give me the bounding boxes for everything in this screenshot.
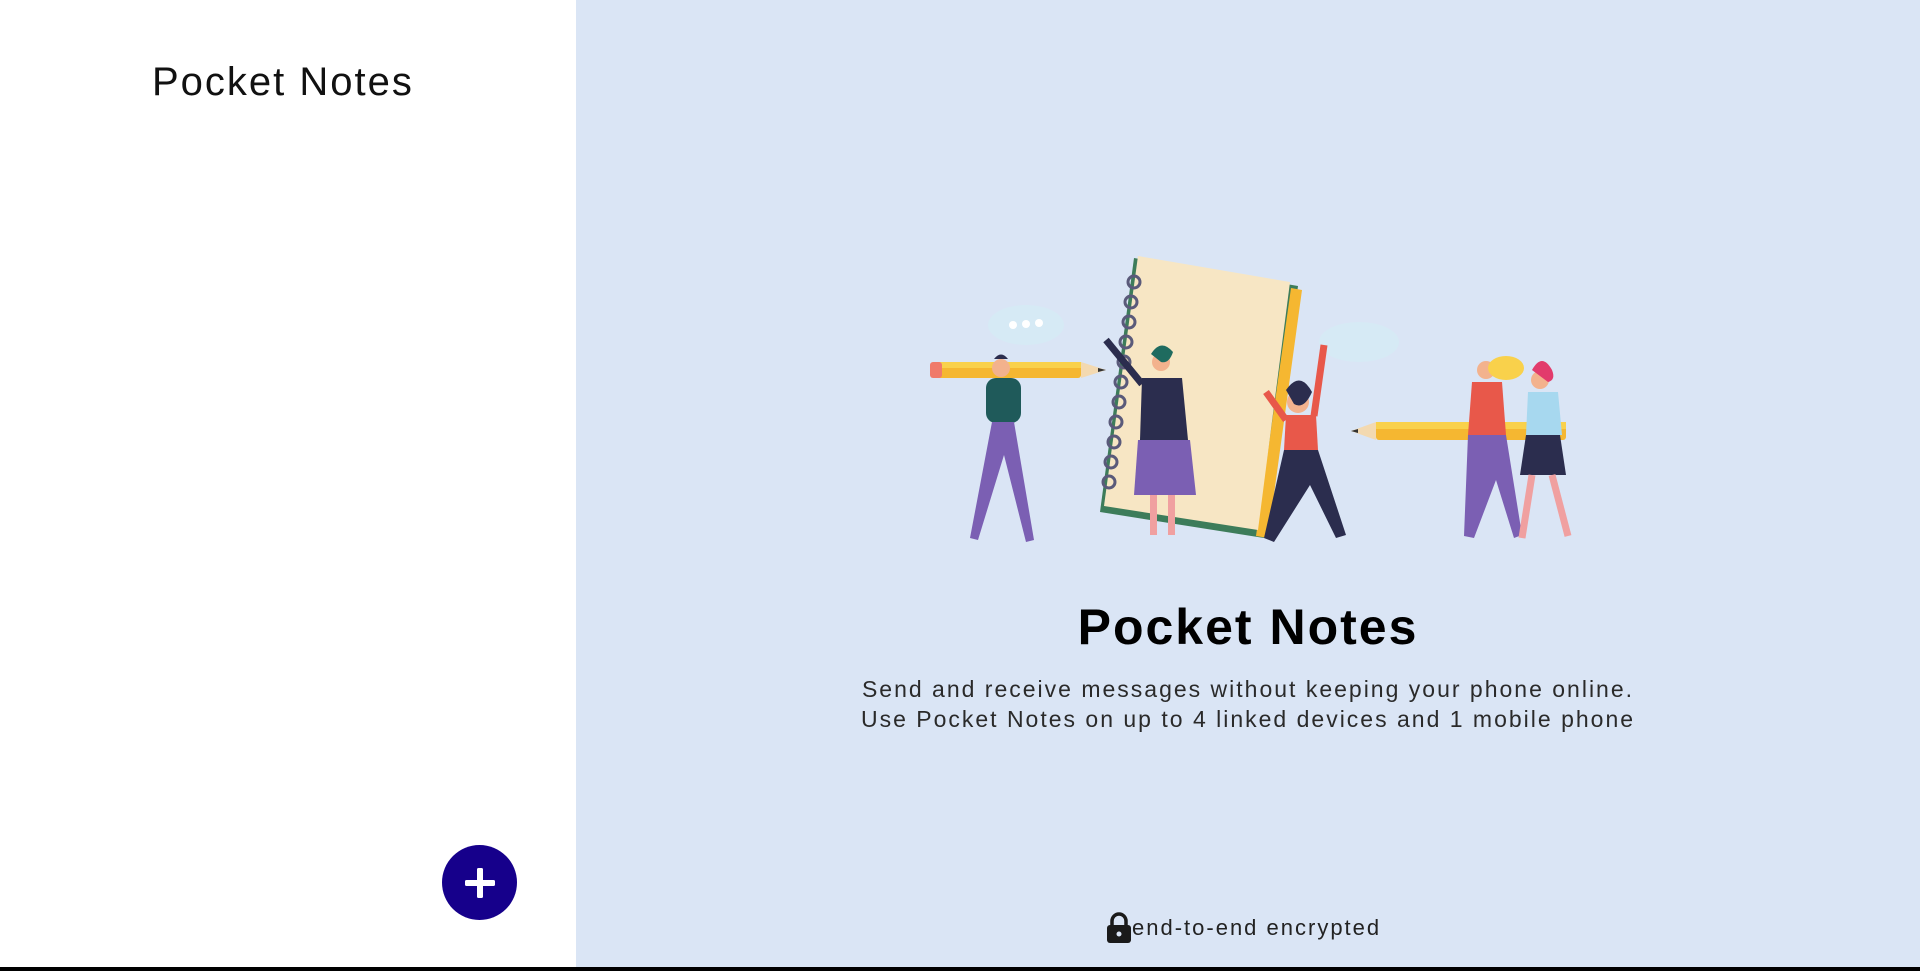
bottom-border [0,967,1920,971]
people-notebook-illustration [930,256,1572,542]
lock-icon [1107,912,1131,943]
welcome-description-line-1: Send and receive messages without keepin… [861,676,1635,702]
encryption-notice: end-to-end encrypted [1106,912,1381,944]
welcome-description-line-2: Use Pocket Notes on up to 4 linked devic… [860,706,1636,732]
sidebar-title: Pocket Notes [152,60,414,104]
sidebar: Pocket Notes [0,0,576,967]
add-note-group-button[interactable] [442,845,517,920]
main-panel: Pocket Notes Send and receive messages w… [576,0,1920,967]
plus-icon [464,867,495,898]
app-window: Pocket Notes Pocket Notes Send and recei… [0,0,1920,967]
encryption-text: end-to-end encrypted [1132,915,1382,940]
welcome-title: Pocket Notes [1077,599,1419,655]
